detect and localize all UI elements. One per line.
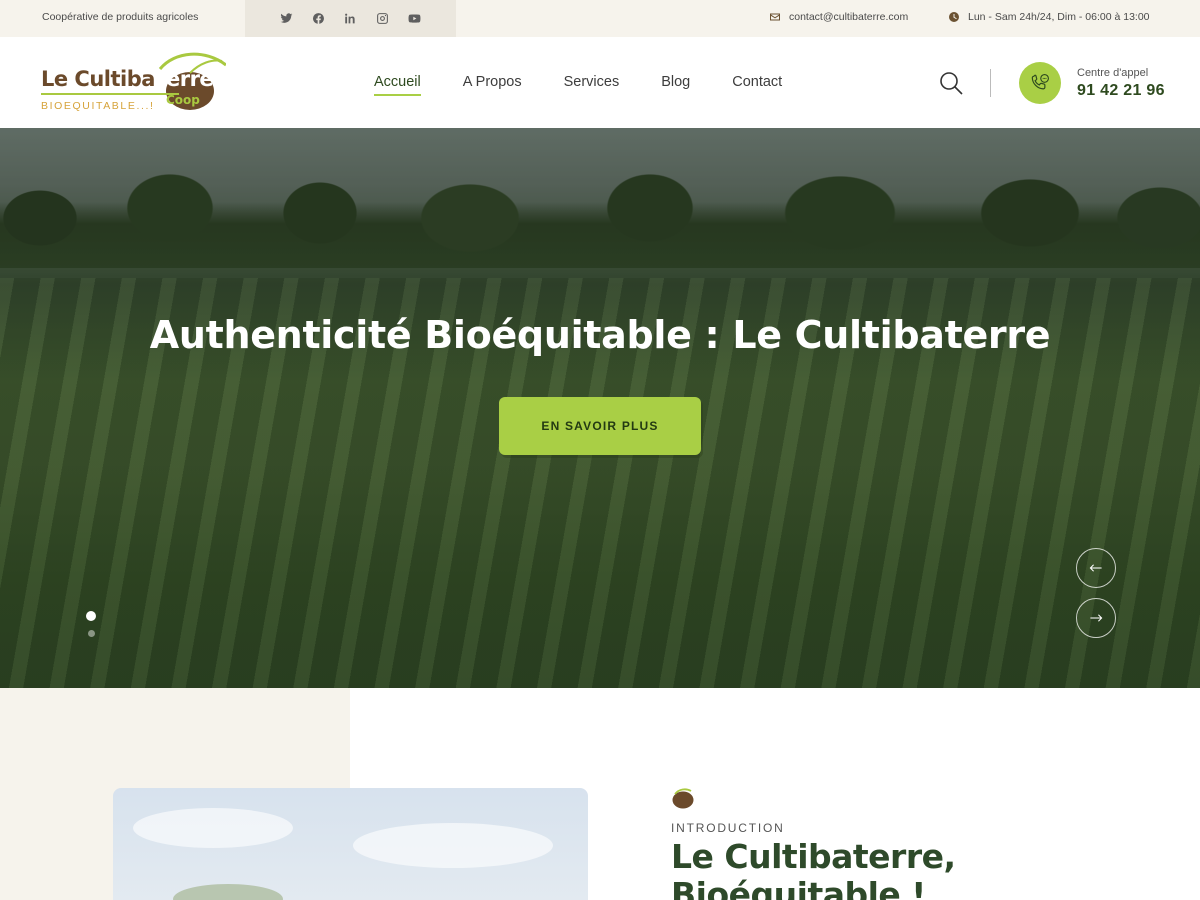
linkedin-icon[interactable] [343,11,359,27]
nav-contact[interactable]: Contact [732,74,782,92]
logo-prefix: Le Cultiba [41,67,155,91]
main-header: Le CultibaTerre Coop BIOEQUITABLE...! Ac… [0,37,1200,128]
slider-dot[interactable] [88,630,95,637]
call-center-label: Centre d'appel [1077,67,1149,79]
social-links [245,0,456,37]
logo-tagline: BIOEQUITABLE...! [41,100,155,112]
logo-coop: Coop [166,93,200,107]
slider-next-button[interactable] [1076,598,1116,638]
intro-title-line-2: Bioéquitable ! [671,875,926,900]
nav-services[interactable]: Services [564,74,620,92]
instagram-icon[interactable] [375,11,391,27]
nav-a-propos[interactable]: A Propos [463,74,522,92]
email-text: contact@cultibaterre.com [789,11,909,23]
slider-dot-active[interactable] [86,611,96,621]
facebook-icon[interactable] [311,11,327,27]
coconut-icon [672,788,694,809]
intro-eyebrow: INTRODUCTION [671,821,785,835]
intro-title-line-1: Le Cultibaterre, [671,837,956,876]
arrow-right-icon [1090,614,1103,622]
tagline: Coopérative de produits agricoles [42,11,199,23]
slider-prev-button[interactable] [1076,548,1116,588]
clock-icon [949,12,959,22]
twitter-icon[interactable] [279,11,295,27]
hero-title: Authenticité Bioéquitable : Le Cultibate… [149,313,1051,357]
nav-accueil[interactable]: Accueil [374,74,421,96]
call-button[interactable] [1019,62,1061,104]
contact-email[interactable]: contact@cultibaterre.com [769,11,908,23]
nav-blog[interactable]: Blog [661,74,690,92]
logo-wordmark: Le CultibaTerre [41,67,214,91]
header-divider [990,69,991,97]
hero-slider: Authenticité Bioéquitable : Le Cultibate… [0,128,1200,688]
youtube-icon[interactable] [407,11,423,27]
search-button[interactable] [938,70,964,96]
intro-title: Le Cultibaterre, Bioéquitable ! [671,838,956,900]
intro-image [113,788,588,900]
search-icon [940,72,963,95]
top-bar: Coopérative de produits agricoles contac… [0,0,1200,37]
arrow-left-icon [1089,564,1102,572]
phone-chat-icon [1031,74,1049,90]
call-center-number[interactable]: 91 42 21 96 [1077,82,1165,100]
learn-more-button[interactable]: EN SAVOIR PLUS [499,397,701,455]
main-nav: Accueil A Propos Services Blog Contact [374,37,824,128]
mail-icon [770,13,780,21]
logo-suffix: Terre [154,67,214,91]
hours-text: Lun - Sam 24h/24, Dim - 06:00 à 13:00 [968,11,1150,23]
opening-hours: Lun - Sam 24h/24, Dim - 06:00 à 13:00 [948,11,1150,23]
site-logo[interactable]: Le CultibaTerre Coop BIOEQUITABLE...! [40,51,226,115]
